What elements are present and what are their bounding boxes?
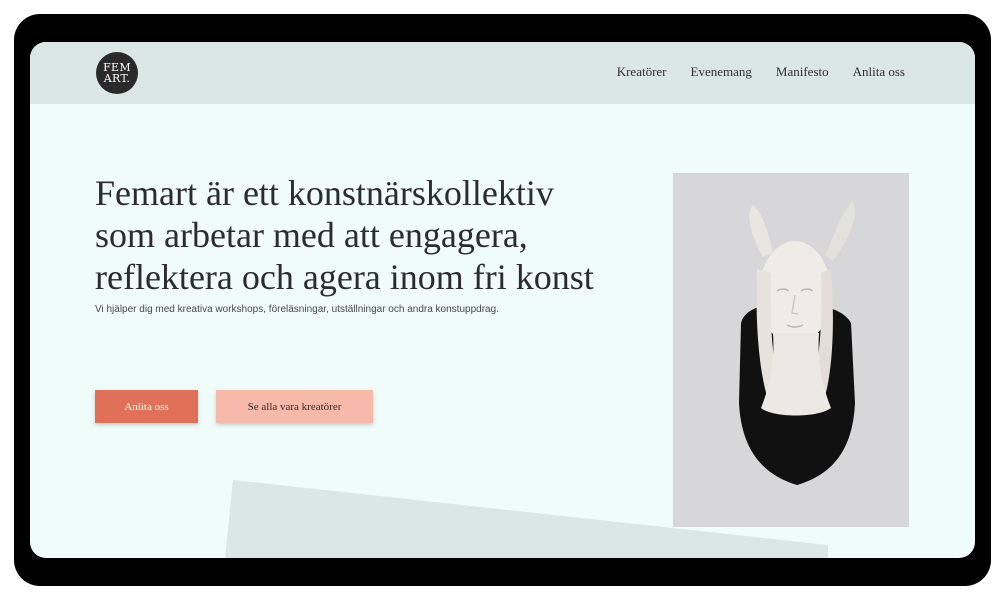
hero-title-line-2: som arbetar med att engagera, — [95, 215, 528, 255]
hero-subtitle: Vi hjälper dig med kreativa workshops, f… — [95, 304, 499, 315]
nav-item-kreatorer[interactable]: Kreatörer — [617, 64, 667, 80]
sculpture-illustration — [673, 173, 909, 527]
nav-item-evenemang[interactable]: Evenemang — [691, 64, 752, 80]
site-header: FEM ART. Kreatörer Evenemang Manifesto A… — [30, 42, 975, 104]
logo-line-2: ART. — [103, 72, 131, 85]
hero-title: Femart är ett konstnärskollektiv som arb… — [95, 172, 655, 298]
nav-item-manifesto[interactable]: Manifesto — [776, 64, 829, 80]
screenshot-frame: FEM ART. Kreatörer Evenemang Manifesto A… — [0, 0, 1005, 600]
see-all-creators-button[interactable]: Se alla vara kreatörer — [216, 390, 373, 423]
hero-title-line-3: reflektera och agera inom fri konst — [95, 257, 594, 297]
hero-sculpture-image — [673, 173, 909, 527]
hero-title-line-1: Femart är ett konstnärskollektiv — [95, 173, 554, 213]
nav-item-anlita-oss[interactable]: Anlita oss — [853, 64, 905, 80]
main-nav: Kreatörer Evenemang Manifesto Anlita oss — [617, 64, 905, 80]
hire-us-button[interactable]: Anlita oss — [95, 390, 198, 423]
browser-window: FEM ART. Kreatörer Evenemang Manifesto A… — [30, 42, 975, 558]
femart-logo[interactable]: FEM ART. — [96, 52, 138, 94]
